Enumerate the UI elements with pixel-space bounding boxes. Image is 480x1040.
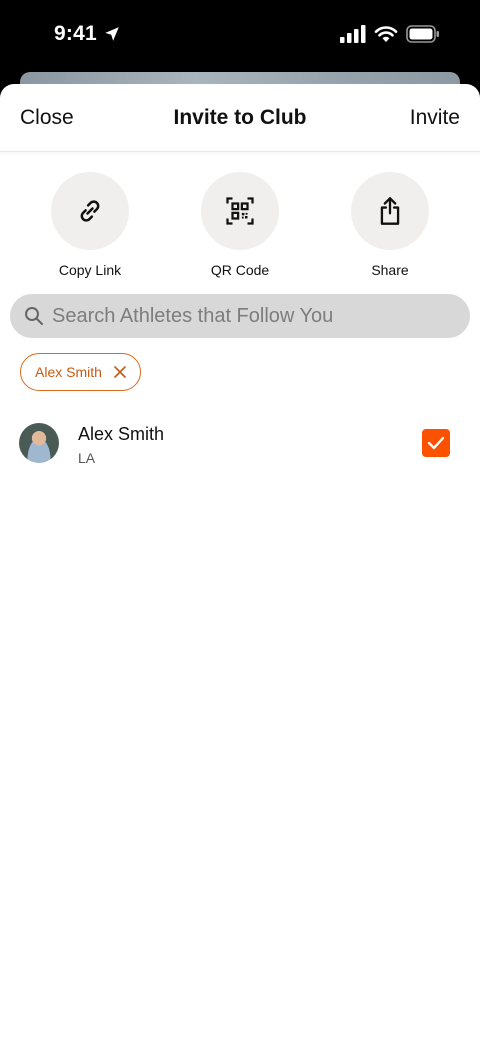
status-icons — [340, 25, 440, 43]
athlete-location: LA — [78, 450, 96, 466]
status-time: 9:41 — [54, 22, 121, 46]
chip-label: Alex Smith — [35, 364, 102, 380]
share-label: Share — [371, 262, 409, 278]
cellular-signal-icon — [340, 25, 366, 43]
copy-link-circle[interactable] — [51, 172, 129, 250]
avatar — [19, 423, 59, 463]
location-arrow-icon — [105, 27, 119, 41]
qr-code-circle[interactable] — [201, 172, 279, 250]
checkmark-icon — [427, 436, 445, 450]
qr-code-icon — [226, 197, 254, 225]
qr-code-label: QR Code — [210, 262, 270, 278]
share-button[interactable]: Share — [335, 172, 445, 278]
search-icon — [24, 306, 44, 326]
share-circle[interactable] — [351, 172, 429, 250]
wifi-icon — [374, 26, 398, 42]
selected-athlete-chip[interactable]: Alex Smith — [20, 353, 141, 391]
share-icon — [380, 197, 400, 225]
invite-button[interactable]: Invite — [410, 106, 460, 130]
time-text: 9:41 — [54, 22, 97, 45]
athlete-name: Alex Smith — [78, 424, 165, 444]
copy-link-button[interactable]: Copy Link — [35, 172, 145, 278]
battery-icon — [406, 25, 439, 43]
share-actions: Copy Link QR Code Share — [0, 172, 480, 282]
nav-bar: Close Invite to Club Invite — [0, 84, 480, 152]
search-bar[interactable] — [10, 294, 470, 338]
qr-code-button[interactable]: QR Code — [185, 172, 295, 278]
search-input[interactable] — [52, 304, 452, 328]
remove-chip-icon[interactable] — [114, 366, 126, 378]
athlete-list-item[interactable]: Alex Smith LA — [0, 414, 480, 474]
page-title: Invite to Club — [173, 106, 307, 129]
athlete-checkbox[interactable] — [422, 429, 450, 457]
copy-link-label: Copy Link — [58, 262, 122, 278]
status-bar: 9:41 — [0, 0, 480, 72]
invite-sheet: Close Invite to Club Invite Copy Link QR… — [0, 84, 480, 1040]
link-icon — [80, 200, 100, 222]
